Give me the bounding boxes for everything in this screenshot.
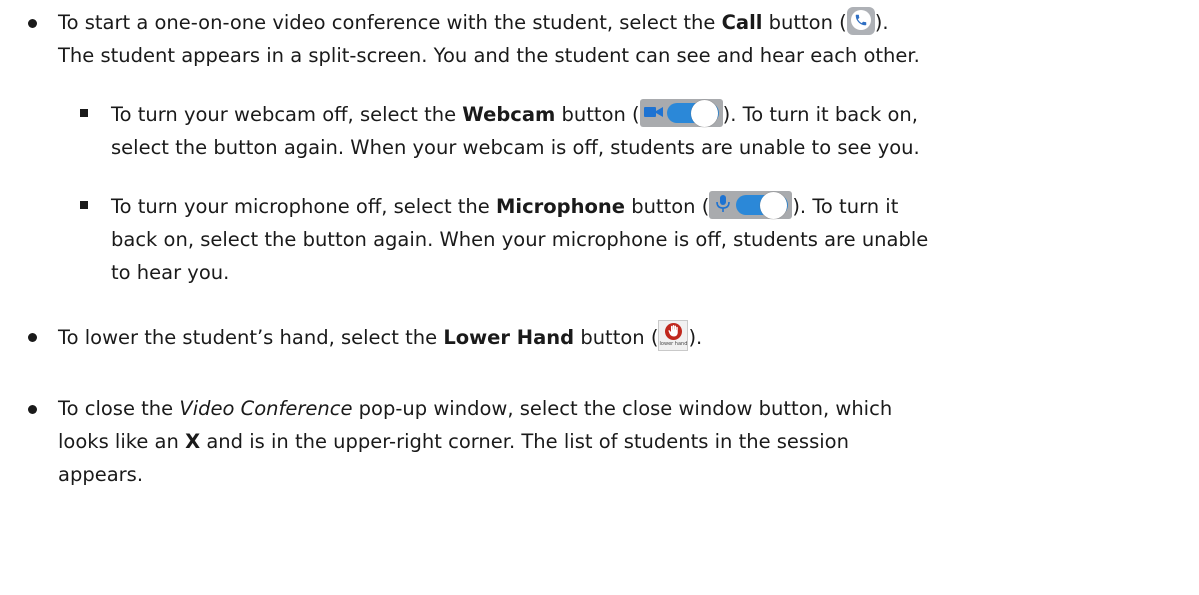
instructions-document: To start a one-on-one video conference w… [0,0,1199,595]
bullet-dot [28,405,37,414]
text-segment: pop-up window, select the close window b… [352,397,893,420]
list-item-close: To close the Video Conference pop-up win… [28,392,1196,491]
text-segment: and is in the upper-right corner. The li… [200,430,849,453]
text-segment: To start a one-on-one video conference w… [58,11,722,34]
text-segment: ). To turn it back on, [722,103,918,126]
list-item-call: To start a one-on-one video conference w… [28,6,1196,72]
text-segment: button ( [625,195,710,218]
text-segment: To close the [58,397,180,420]
bold-term-call: Call [721,11,763,34]
text-segment: back on, select the button again. When y… [111,228,929,251]
text-segment: To turn your webcam off, select the [111,103,463,126]
list-item-text: To turn your webcam off, select the Webc… [111,98,1196,164]
text-segment: button ( [762,11,847,34]
bullet-dot [28,333,37,342]
text-segment: to hear you. [111,261,230,284]
text-segment: To turn your microphone off, select the [111,195,496,218]
italic-term-video-conference: Video Conference [179,397,353,420]
list-item-text: To turn your microphone off, select the … [111,190,1196,289]
list-item-text: To close the Video Conference pop-up win… [58,392,1196,491]
text-segment: ). [688,326,703,349]
webcam-toggle-icon [639,99,723,127]
text-segment: button ( [574,326,659,349]
bold-term-webcam: Webcam [462,103,556,126]
bold-term-microphone: Microphone [495,195,625,218]
bullet-dot [28,19,37,28]
list-item-text: To start a one-on-one video conference w… [58,6,1196,72]
text-segment: To lower the student’s hand, select the [58,326,444,349]
bullet-square [80,109,88,117]
text-segment: The student appears in a split-screen. Y… [58,44,920,67]
text-segment: ). [874,11,889,34]
lower-hand-caption: lower hand [659,341,688,347]
microphone-toggle-icon [709,191,793,219]
list-item-webcam: To turn your webcam off, select the Webc… [80,98,1196,164]
phone-icon [846,7,875,35]
text-segment: looks like an [58,430,186,453]
list-item-microphone: To turn your microphone off, select the … [80,190,1196,289]
lower-hand-icon: lower hand [658,320,689,351]
text-segment: select the button again. When your webca… [111,136,920,159]
text-segment: appears. [58,463,144,486]
list-item-text: To lower the student’s hand, select the … [58,320,1196,354]
bold-term-lower-hand: Lower Hand [443,326,575,349]
text-segment: ). To turn it [792,195,899,218]
bold-term-x: X [185,430,201,453]
text-segment: button ( [555,103,640,126]
list-item-lower-hand: To lower the student’s hand, select the … [28,320,1196,354]
bullet-square [80,201,88,209]
